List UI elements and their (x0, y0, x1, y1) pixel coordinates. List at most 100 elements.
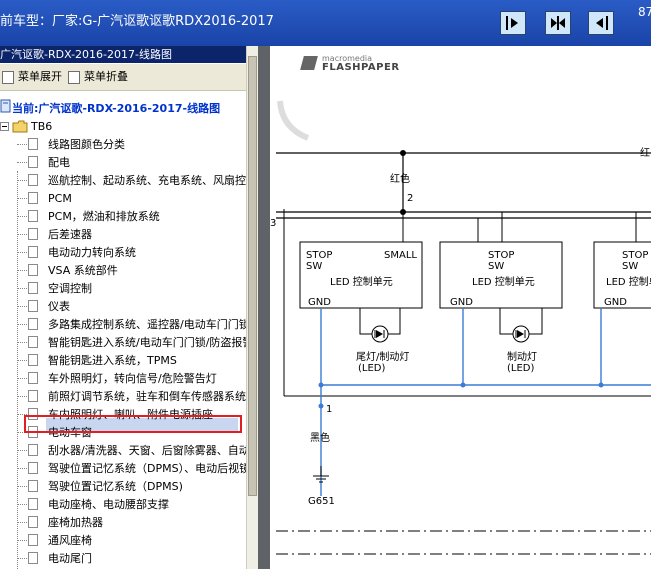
tree-item-label: 电动动力转向系统 (48, 246, 136, 259)
tree-connector (17, 270, 27, 271)
wire-num-1: 1 (326, 404, 332, 415)
document-icon (28, 444, 38, 456)
tree-item[interactable]: 前照灯调节系统，驻车和倒车传感器系统 (0, 388, 246, 406)
tree-connector (17, 306, 27, 307)
tree-item-label: 刮水器/清洗器、天窗、后窗除雾器、自动 (48, 444, 246, 457)
document-icon (28, 246, 38, 258)
tree-item-label: 电动座椅、电动腰部支撑 (48, 498, 169, 511)
tree-item[interactable]: 智能钥匙进入系统，TPMS (0, 352, 246, 370)
document-icon (28, 462, 38, 474)
lamp2-led: (LED) (507, 363, 534, 374)
tree-item[interactable]: 电动尾门 (0, 550, 246, 568)
tree-connector (17, 162, 27, 163)
title-number: 87 (638, 5, 651, 19)
tree-item[interactable]: 后差速器 (0, 226, 246, 244)
wire-num-3: 3 (270, 218, 276, 229)
document-icon (28, 300, 38, 312)
document-icon (28, 192, 38, 204)
tree-item-label: 驾驶位置记忆系统（DPMS）、电动后视镜 (48, 462, 246, 475)
nav-fit-button[interactable] (545, 11, 571, 35)
tree-item-label: 空调控制 (48, 282, 92, 295)
wire-label-red: 红色 (390, 172, 410, 185)
tree-connector (17, 378, 27, 379)
tree-item[interactable]: 电动座椅、电动腰部支撑 (0, 496, 246, 514)
tree-connector (17, 486, 27, 487)
tree-connector (17, 198, 27, 199)
tree-connector (17, 324, 27, 325)
tree-connector (17, 342, 27, 343)
unit1-led-unit: LED 控制单元 (330, 275, 393, 288)
tree-connector (17, 468, 27, 469)
tree-item[interactable]: VSA 系统部件 (0, 262, 246, 280)
scrollbar-thumb[interactable] (248, 56, 257, 496)
tree-connector (17, 180, 27, 181)
tree-item[interactable]: PCM (0, 190, 246, 208)
ground-label: G651 (308, 496, 335, 507)
tree-item[interactable]: 巡航控制、起动系统、充电系统、风扇控 (0, 172, 246, 190)
tree-connector (17, 234, 27, 235)
menu-expand-label: 菜单展开 (18, 70, 62, 83)
unit3-stop: STOP (622, 250, 648, 261)
tree-item-label: 驾驶位置记忆系统（DPMS) (48, 480, 183, 493)
document-viewer: macromedia FLASHPAPER 红 红色 2 3 STOP SW S… (258, 46, 651, 569)
tree-item-label: VSA 系统部件 (48, 264, 118, 277)
unit2-led-unit: LED 控制单元 (472, 275, 535, 288)
nav-prev-button[interactable] (588, 11, 614, 35)
tree-view: 当前:广汽讴歌-RDX-2016-2017-线路图 TB6 线路图颜色分类 配电巡… (0, 91, 246, 569)
document-icon (28, 210, 38, 222)
expand-icon (2, 70, 14, 84)
document-icon (28, 516, 38, 528)
wiring-diagram: 红 红色 2 3 STOP SW SMALL LED 控制单元 GND STOP (270, 100, 651, 555)
tree-item[interactable]: PCM，燃油和排放系统 (0, 208, 246, 226)
tree-item-label: 配电 (48, 156, 70, 169)
tree-header: 广汽讴歌-RDX-2016-2017-线路图 (0, 46, 246, 63)
arrow-right-icon (506, 16, 518, 30)
unit1-gnd: GND (308, 297, 331, 308)
unit2-stop: STOP (488, 250, 514, 261)
document-icon (28, 336, 38, 348)
document-icon (28, 480, 38, 492)
tree-item[interactable]: 通风座椅 (0, 532, 246, 550)
tree-connector (17, 396, 27, 397)
tree-current[interactable]: 当前:广汽讴歌-RDX-2016-2017-线路图 (12, 100, 220, 116)
tree-item[interactable]: 空调控制 (0, 280, 246, 298)
tree-folder-tb6[interactable]: TB6 (0, 119, 100, 135)
wire-label-red-top: 红 (640, 146, 650, 159)
tree-item[interactable]: 驾驶位置记忆系统（DPMS) (0, 478, 246, 496)
tree-item[interactable]: 驾驶位置记忆系统（DPMS）、电动后视镜 (0, 460, 246, 478)
tree-item-label: 智能钥匙进入系统/电动车门门锁/防盗报警系统 (48, 336, 246, 349)
tree-item[interactable]: 配电 (0, 154, 246, 172)
tree-item-label: PCM，燃油和排放系统 (48, 210, 160, 223)
unit1-small: SMALL (384, 250, 417, 261)
wire-label-black: 黑色 (310, 431, 330, 444)
menu-expand-button[interactable]: 菜单展开 (2, 69, 62, 85)
tree-panel: 广汽讴歌-RDX-2016-2017-线路图 菜单展开 菜单折叠 当前:广汽讴歌… (0, 46, 258, 569)
unit3-led-unit: LED 控制单元 (606, 275, 651, 288)
tree-item[interactable]: 多路集成控制系统、遥控器/电动车门门锁 (0, 316, 246, 334)
tree-item[interactable]: 车外照明灯，转向信号/危险警告灯 (0, 370, 246, 388)
tree-item-label: 通风座椅 (48, 534, 92, 547)
tree-item[interactable]: 刮水器/清洗器、天窗、后窗除雾器、自动 (0, 442, 246, 460)
unit1-stop: STOP (306, 250, 332, 261)
document-icon (28, 138, 38, 150)
tree-item[interactable]: 智能钥匙进入系统/电动车门门锁/防盗报警系统 (0, 334, 246, 352)
menu-collapse-button[interactable]: 菜单折叠 (68, 69, 128, 85)
tree-item-label: 仪表 (48, 300, 70, 313)
arrow-left-icon (596, 16, 608, 30)
tree-scrollbar[interactable] (246, 46, 258, 569)
lamp2-label: 制动灯 (507, 350, 537, 363)
tree-item[interactable]: 电动动力转向系统 (0, 244, 246, 262)
document-icon (28, 264, 38, 276)
tree-item-label: 线路图颜色分类 (48, 138, 125, 151)
tree-item-label: 巡航控制、起动系统、充电系统、风扇控 (48, 174, 246, 187)
tree-connector (17, 360, 27, 361)
tree-item[interactable]: 仪表 (0, 298, 246, 316)
document-icon (28, 372, 38, 384)
tree-item[interactable]: 线路图颜色分类 (0, 136, 246, 154)
document-icon (28, 282, 38, 294)
lamp1-label: 尾灯/制动灯 (356, 350, 409, 363)
folder-icon (12, 120, 28, 133)
nav-next-button[interactable] (500, 11, 526, 35)
tree-item[interactable]: 座椅加热器 (0, 514, 246, 532)
tree-connector (17, 540, 27, 541)
